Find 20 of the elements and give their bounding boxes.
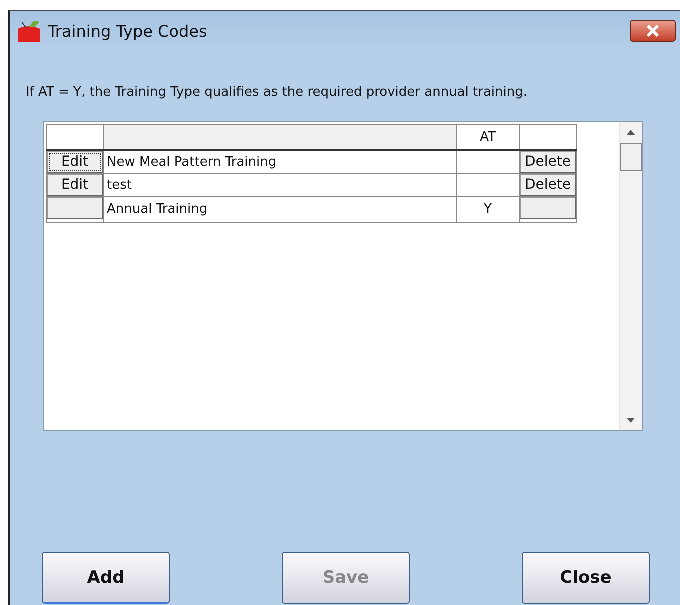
table-cell: test: [104, 174, 456, 196]
scroll-thumb[interactable]: [620, 143, 642, 171]
dialog-button[interactable]: Add: [42, 552, 170, 604]
column-header: AT: [456, 124, 520, 150]
delete-button[interactable]: Delete: [520, 174, 576, 196]
edit-button[interactable]: Edit: [47, 151, 103, 173]
apple-icon: [16, 20, 42, 42]
edit-button[interactable]: Edit: [47, 174, 103, 196]
delete-button[interactable]: Delete: [520, 151, 576, 173]
scroll-up-icon[interactable]: [627, 130, 635, 134]
blank-button[interactable]: [520, 197, 576, 219]
scrollbar[interactable]: [619, 122, 642, 430]
window-title: Training Type Codes: [48, 22, 208, 40]
info-text: If AT = Y, the Training Type qualifies as the required provider annual training.: [26, 85, 529, 100]
dialog-button[interactable]: Close: [522, 552, 650, 604]
blank-button[interactable]: [47, 197, 103, 219]
table-cell: Annual Training: [104, 196, 456, 222]
scroll-down-icon[interactable]: [627, 418, 635, 422]
table-cell: New Meal Pattern Training: [104, 150, 456, 174]
close-icon[interactable]: [630, 20, 676, 42]
